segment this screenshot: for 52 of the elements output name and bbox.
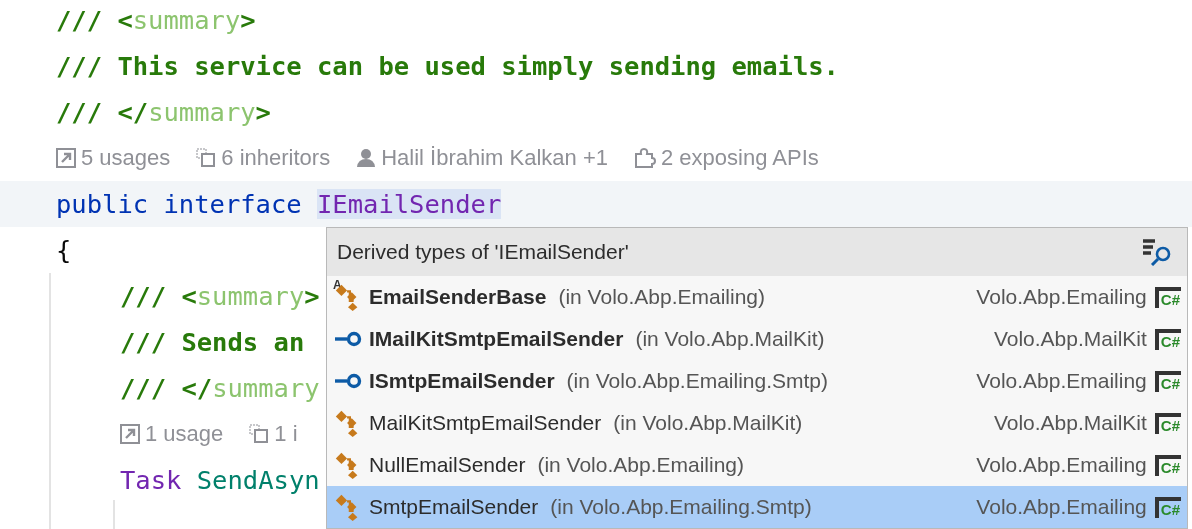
doc-comment: > [240,5,256,35]
type-name: ISmtpEmailSender [369,369,555,393]
code-text: { [56,235,72,265]
type-name: IMailKitSmtpEmailSender [369,327,624,351]
type-name: EmailSenderBase [369,285,547,309]
doc-tag: summary [132,5,241,35]
assembly-label: Volo.Abp.Emailing [976,285,1147,309]
usages-icon [56,148,76,168]
type-list-item[interactable]: IMailKitSmtpEmailSender (in Volo.Abp.MailKit) Volo.Abp.MailKit C# [327,318,1187,360]
assembly-label: Volo.Abp.MailKit [993,411,1147,435]
person-icon [356,148,377,168]
interface-icon [333,371,363,391]
type-list-item[interactable]: NullEmailSender (in Volo.Abp.Emailing) Volo.Abp.Emailing C# [327,444,1187,486]
doc-comment: > [304,281,320,311]
type-name: IEmailSender [317,189,502,219]
doc-comment: /// Sends an [120,327,305,357]
puzzle-icon [634,148,656,168]
doc-tag: summary [148,97,256,127]
type-name: SmtpEmailSender [369,495,539,519]
inheritors-icon [249,424,270,444]
namespace-label: (in Volo.Abp.MailKit) [635,327,825,351]
doc-comment: /// </ [56,97,149,127]
doc-comment: /// This service can be used simply sending emails. [56,51,839,81]
type-name: Task [120,465,183,495]
type-list-item[interactable]: MailKitSmtpEmailSender (in Volo.Abp.MailKit) Volo.Abp.MailKit C# [327,402,1187,444]
type-name: MailKitSmtpEmailSender [369,411,602,435]
namespace-label: (in Volo.Abp.Emailing.Smtp) [566,369,829,393]
keyword: interface [163,189,303,219]
type-name: NullEmailSender [369,453,526,477]
doc-comment: > [255,97,271,127]
doc-tag: summary [212,373,320,403]
doc-comment: /// < [56,5,133,35]
keyword: public [56,189,150,219]
assembly-label: Volo.Abp.MailKit [993,327,1147,351]
filter-search-icon[interactable] [1141,238,1173,266]
usages-icon [120,424,140,444]
type-list-item[interactable]: ISmtpEmailSender (in Volo.Abp.Emailing.Smtp) Volo.Abp.Emailing C# [327,360,1187,402]
namespace-label: (in Volo.Abp.Emailing.Smtp) [550,495,812,519]
assembly-label: Volo.Abp.Emailing [976,495,1147,519]
namespace-label: (in Volo.Abp.Emailing) [558,285,766,309]
type-list-item[interactable]: SmtpEmailSender (in Volo.Abp.Emailing.Smtp) Volo.Abp.Emailing C# [327,486,1187,528]
namespace-label: (in Volo.Abp.MailKit) [613,411,803,435]
assembly-label: Volo.Abp.Emailing [976,453,1147,477]
doc-comment: /// < [120,281,197,311]
namespace-label: (in Volo.Abp.Emailing) [537,453,744,477]
assembly-label: Volo.Abp.Emailing [976,369,1147,393]
inheritors-icon [196,148,217,168]
doc-comment: /// </ [120,373,213,403]
interface-icon [333,329,363,349]
popup-title: Derived types of 'IEmailSender' [337,240,629,264]
method-name: SendAsyn [196,465,320,495]
doc-tag: summary [196,281,305,311]
